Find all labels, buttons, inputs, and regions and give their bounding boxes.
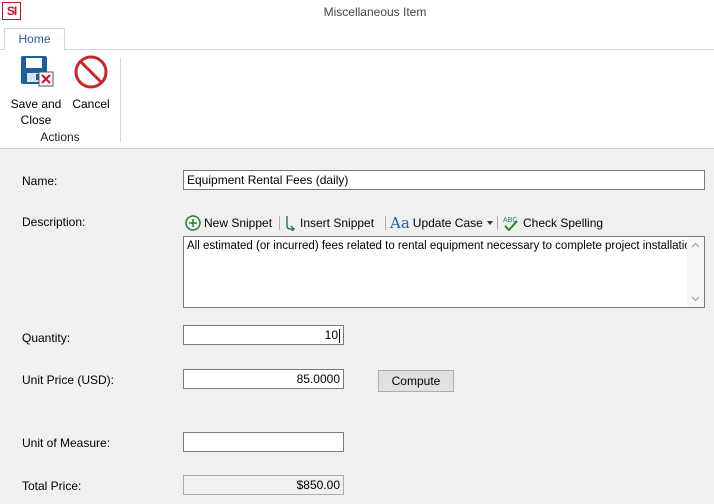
ribbon-tab-bar: Home [0,26,714,51]
window-title: Miscellaneous Item [323,5,427,19]
update-case-label: Update Case [412,216,483,230]
save-and-close-label-2: Close [20,113,52,127]
toolbar-separator [279,216,280,230]
update-case-icon: Aa [390,214,410,232]
toolbar-separator [497,216,498,230]
scroll-down-icon[interactable] [691,294,700,303]
new-snippet-label: New Snippet [204,216,273,230]
total-price-label: Total Price: [22,479,82,493]
actions-group-label: Actions [40,130,80,144]
chevron-down-icon [486,221,493,225]
scroll-up-icon[interactable] [691,241,700,250]
unit-price-label: Unit Price (USD): [22,373,115,387]
cancel-button[interactable]: Cancel [68,54,114,112]
title-bar: SI Miscellaneous Item [0,0,714,26]
group-separator [120,58,121,142]
cancel-label: Cancel [72,97,110,111]
save-and-close-button[interactable]: Save and Close [6,54,66,128]
text-caret [339,329,340,343]
insert-snippet-button[interactable]: Insert Snippet [283,214,374,232]
check-spelling-button[interactable]: ABC Check Spelling [502,214,603,232]
spell-check-icon: ABC [503,217,518,231]
quantity-value: 10 [324,328,338,342]
plus-circle-icon [185,215,201,231]
update-case-button[interactable]: Aa Update Case [390,214,494,232]
save-close-icon [21,56,54,87]
save-and-close-label-1: Save and [10,97,62,111]
total-price-field: $850.00 [183,475,344,495]
name-label: Name: [22,174,58,188]
unit-price-input[interactable]: 85.0000 [183,369,344,389]
description-label: Description: [22,215,86,229]
quantity-input[interactable]: 10 [183,325,344,345]
insert-snippet-label: Insert Snippet [300,216,375,230]
tab-home[interactable]: Home [4,28,65,51]
insert-arrow-icon [286,216,296,231]
description-text: All estimated (or incurred) fees related… [187,240,687,252]
unit-of-measure-label: Unit of Measure: [22,436,111,450]
cancel-icon [74,55,108,89]
unit-of-measure-input[interactable] [183,432,344,452]
check-spelling-label: Check Spelling [523,216,604,230]
quantity-label: Quantity: [22,331,71,345]
ribbon-panel: Save and Close Cancel Actions [0,50,714,149]
snippet-toolbar: New Snippet Insert Snippet Aa Update Cas… [183,212,705,234]
description-scrollbar[interactable] [687,237,704,307]
name-input[interactable]: Equipment Rental Fees (daily) [183,170,705,190]
description-textarea[interactable]: All estimated (or incurred) fees related… [183,236,705,308]
toolbar-separator [385,216,386,230]
new-snippet-button[interactable]: New Snippet [185,214,272,232]
compute-button[interactable]: Compute [378,370,454,392]
item-form: Name: Equipment Rental Fees (daily) Desc… [0,150,714,504]
